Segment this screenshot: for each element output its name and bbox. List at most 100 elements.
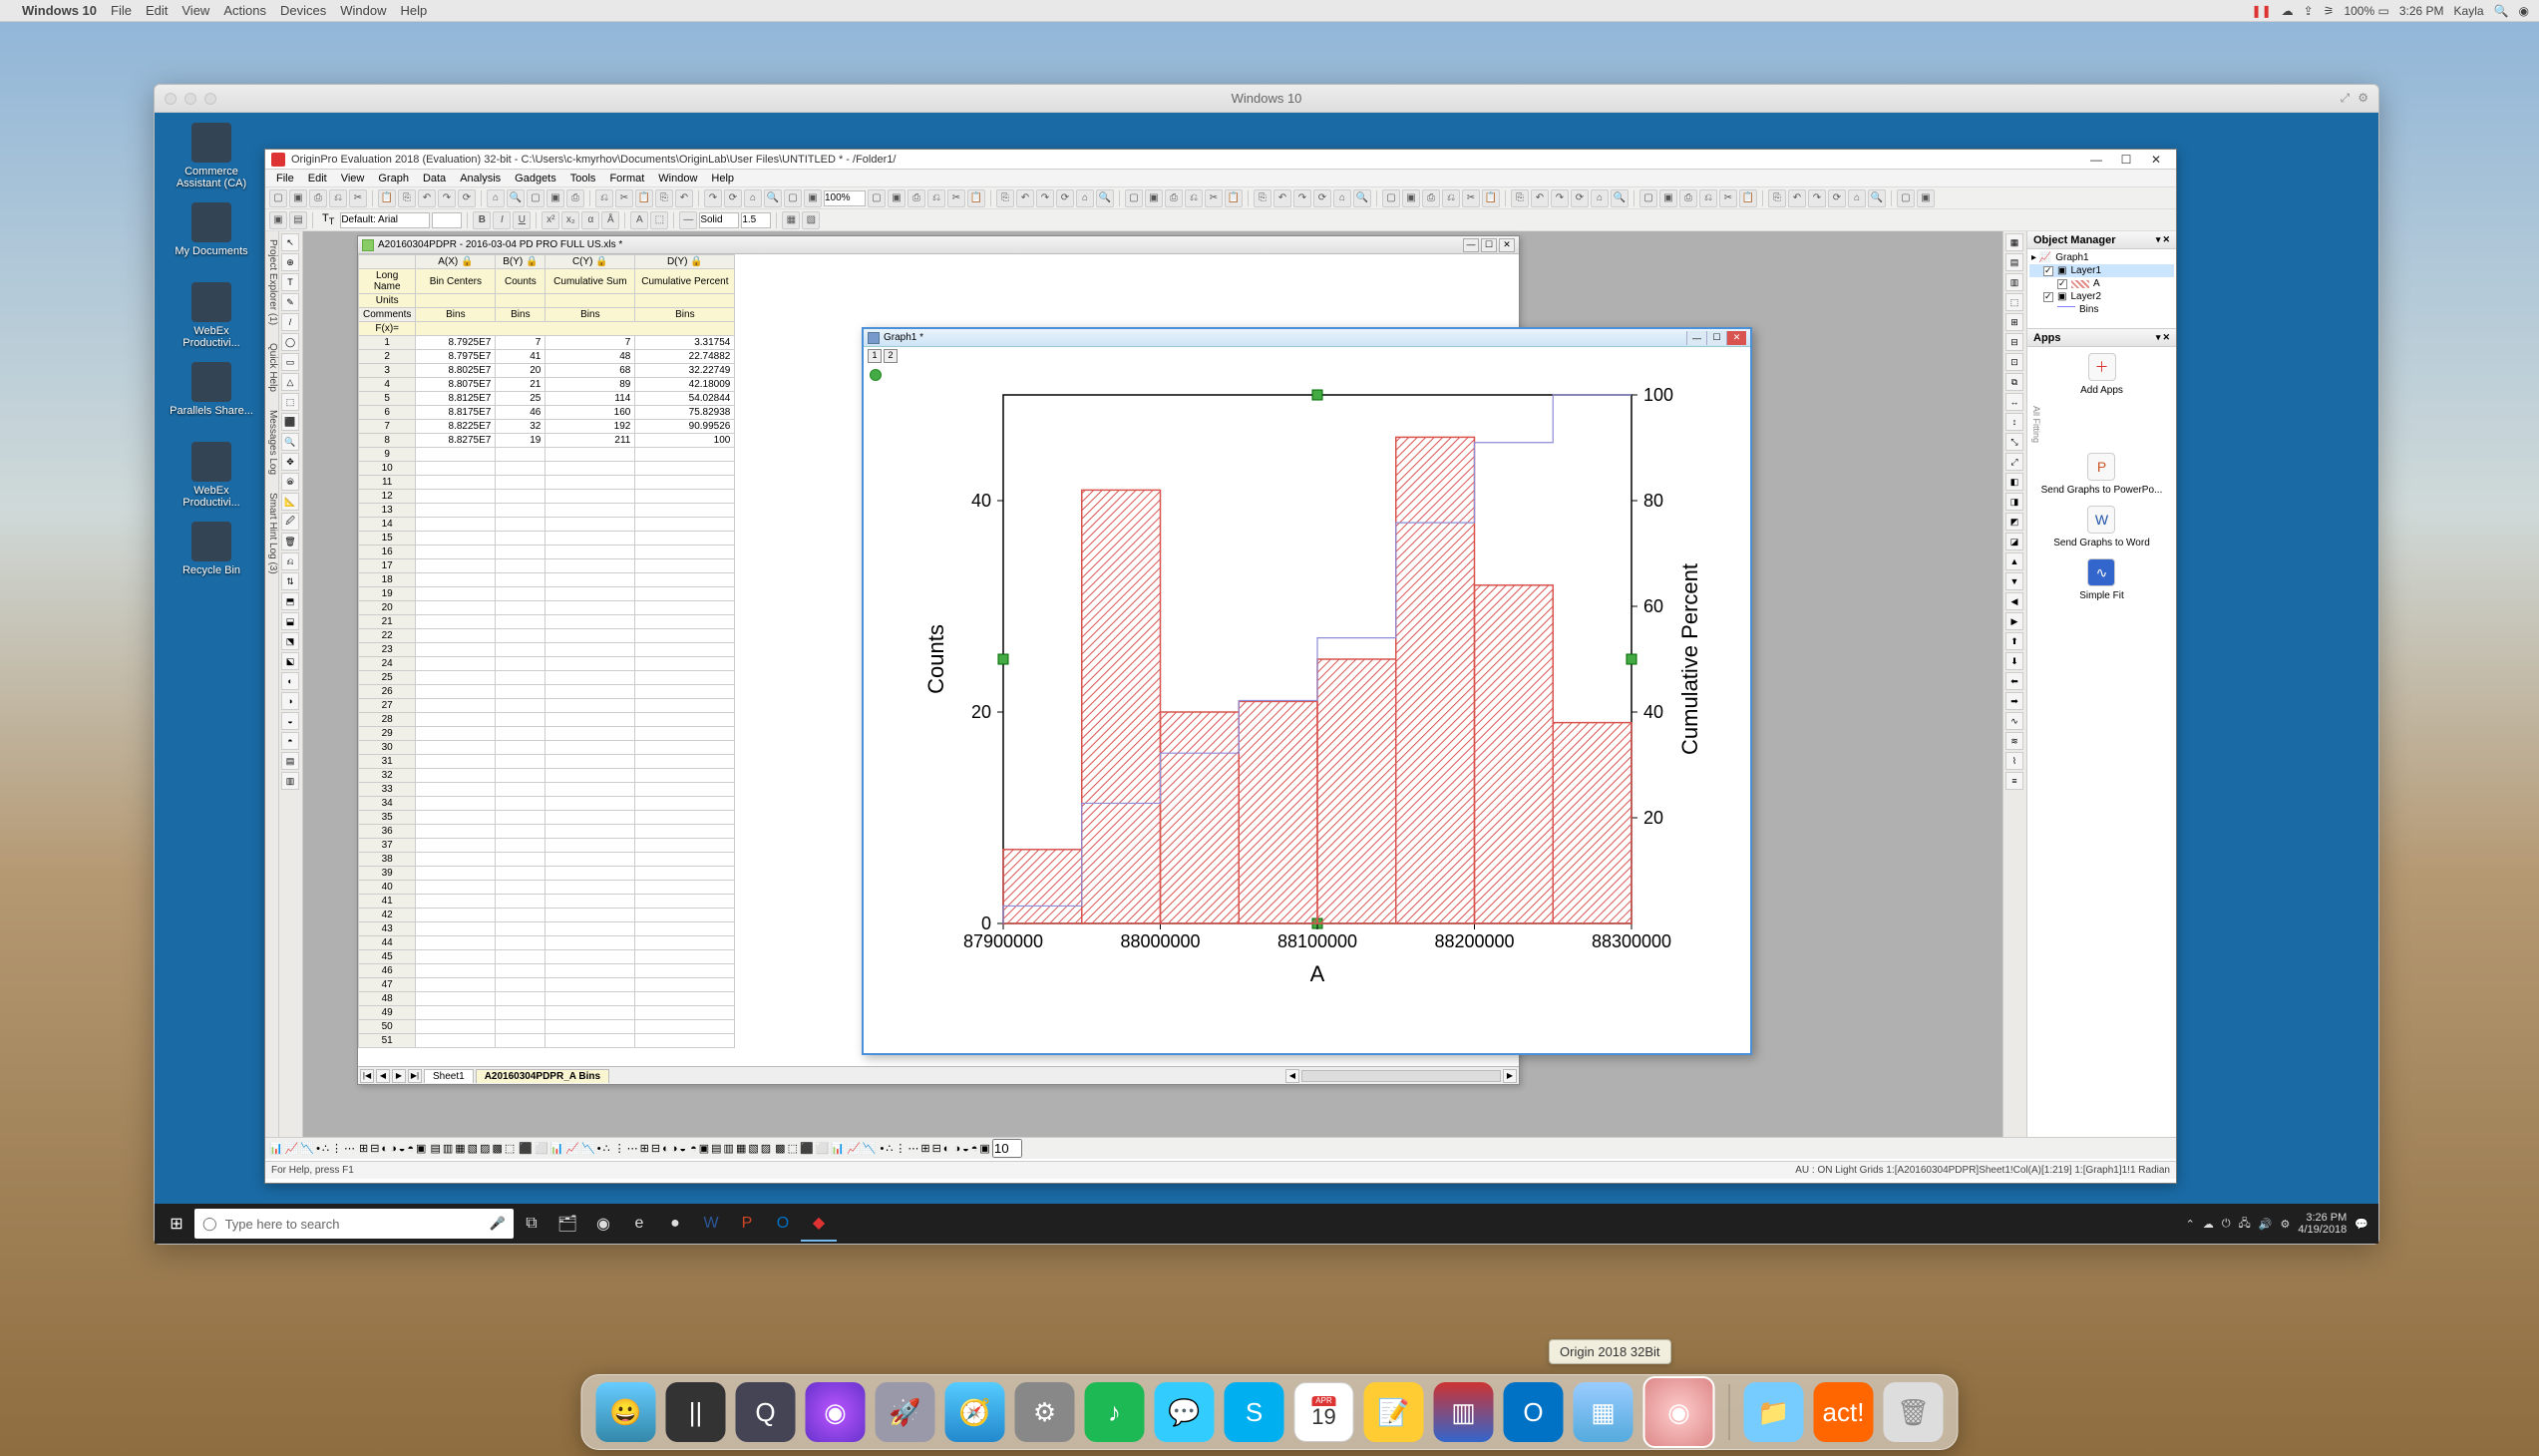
sheet-tab-active[interactable]: A20160304PDPR_A Bins bbox=[476, 1069, 609, 1083]
taskbar-clock[interactable]: 3:26 PM 4/19/2018 bbox=[2298, 1212, 2347, 1236]
layer-button-2[interactable]: 2 bbox=[884, 349, 898, 363]
plot-toolbar-button[interactable]: ⋮ bbox=[331, 1142, 342, 1155]
gw-close[interactable]: ✕ bbox=[1726, 331, 1746, 345]
menu-graph[interactable]: Graph bbox=[371, 171, 416, 186]
tool-button[interactable]: ◯ bbox=[281, 333, 299, 351]
tb-btn[interactable]: 🔍 bbox=[1611, 189, 1629, 207]
tb-btn[interactable]: ⎙ bbox=[1165, 189, 1183, 207]
menu-analysis[interactable]: Analysis bbox=[453, 171, 508, 186]
graph-page[interactable]: 1 2 879000008800000088100000882000008830… bbox=[864, 347, 1750, 1053]
dock-finder[interactable]: 😀 bbox=[596, 1382, 656, 1442]
outlook[interactable]: O bbox=[765, 1206, 801, 1242]
graph-tool-button[interactable]: ⬅ bbox=[2005, 672, 2023, 690]
plot-toolbar-button[interactable]: ⊞ bbox=[920, 1142, 929, 1155]
powerpoint[interactable]: P bbox=[729, 1206, 765, 1242]
tb-btn[interactable]: Å bbox=[601, 211, 619, 229]
tool-button[interactable]: ⬛ bbox=[281, 413, 299, 431]
menu-data[interactable]: Data bbox=[416, 171, 453, 186]
lock-icon[interactable] bbox=[870, 369, 882, 381]
taskbar-search[interactable]: ◯ Type here to search 🎤 bbox=[194, 1209, 514, 1239]
plot-toolbar-button[interactable]: 📊 bbox=[831, 1142, 845, 1155]
action-center-icon[interactable]: 💬 bbox=[2355, 1218, 2368, 1231]
graph-tool-button[interactable]: ⊟ bbox=[2005, 333, 2023, 351]
graph-tool-button[interactable]: ∿ bbox=[2005, 712, 2023, 730]
plot-toolbar-button[interactable]: ▣ bbox=[979, 1142, 989, 1155]
tb-btn[interactable]: ▢ bbox=[1382, 189, 1400, 207]
tool-button[interactable]: ◒ bbox=[281, 712, 299, 730]
tb-btn[interactable]: ✂ bbox=[1719, 189, 1737, 207]
task-view[interactable]: ⧉ bbox=[514, 1206, 549, 1242]
italic-button[interactable]: I bbox=[493, 211, 511, 229]
plot-toolbar-button[interactable]: ◐ bbox=[662, 1143, 669, 1155]
tb-btn[interactable]: 📋 bbox=[967, 189, 985, 207]
plot-toolbar-button[interactable]: ▨ bbox=[761, 1142, 771, 1155]
graph-titlebar[interactable]: Graph1 * ― ☐ ✕ bbox=[864, 329, 1750, 347]
plot-toolbar-button[interactable]: ◒ bbox=[399, 1143, 406, 1155]
tb-btn[interactable]: ↶ bbox=[1273, 189, 1291, 207]
graph-tool-button[interactable]: ≡ bbox=[2005, 772, 2023, 790]
word[interactable]: W bbox=[693, 1206, 729, 1242]
menu-edit[interactable]: Edit bbox=[301, 171, 334, 186]
tb-btn[interactable]: ▧ bbox=[802, 211, 820, 229]
tb-btn[interactable]: ↶ bbox=[1016, 189, 1034, 207]
tb-btn[interactable]: ⎌ bbox=[1185, 189, 1203, 207]
plot-toolbar-button[interactable]: ⊞ bbox=[359, 1142, 368, 1155]
close-button[interactable]: ✕ bbox=[2142, 152, 2170, 168]
menu-window[interactable]: Window bbox=[651, 171, 704, 186]
tb-btn[interactable]: ✂ bbox=[1462, 189, 1480, 207]
plot-toolbar-button[interactable]: ⋮ bbox=[614, 1142, 625, 1155]
tb-btn[interactable]: ▣ bbox=[269, 211, 287, 229]
dock-act[interactable]: act! bbox=[1814, 1382, 1874, 1442]
line-style[interactable] bbox=[699, 212, 739, 228]
tb-btn[interactable]: ⎌ bbox=[927, 189, 945, 207]
tab-nav-next[interactable]: ▶ bbox=[392, 1069, 406, 1083]
hscroll-right[interactable]: ▶ bbox=[1503, 1069, 1517, 1083]
menu-format[interactable]: Format bbox=[602, 171, 651, 186]
tool-button[interactable]: ✎ bbox=[281, 293, 299, 311]
tb-btn[interactable]: ⎘ bbox=[1254, 189, 1271, 207]
plot-toolbar-button[interactable]: ▥ bbox=[443, 1142, 453, 1155]
plot-toolbar-button[interactable]: ◓ bbox=[971, 1143, 978, 1155]
quick-help-tab[interactable]: Quick Help bbox=[265, 339, 278, 396]
object-manager-tree[interactable]: ▸ 📈Graph1 ▣Layer1 A ▣Layer2 Bins bbox=[2027, 249, 2176, 329]
dock-origin[interactable]: ◉ bbox=[1643, 1376, 1715, 1448]
zoom-input[interactable] bbox=[824, 190, 866, 206]
tb-btn[interactable]: 📋 bbox=[1739, 189, 1757, 207]
tb-btn[interactable]: ⌂ bbox=[1333, 189, 1351, 207]
start-button[interactable]: ⊞ bbox=[159, 1208, 194, 1240]
tb-btn[interactable]: ↶ bbox=[675, 189, 693, 207]
plot-toolbar-button[interactable]: ⋯ bbox=[907, 1142, 918, 1155]
tb-btn[interactable]: ✂ bbox=[615, 189, 633, 207]
tool-button[interactable]: ✥ bbox=[281, 453, 299, 471]
wb-min[interactable]: ― bbox=[1463, 238, 1479, 252]
tb-btn[interactable]: ↷ bbox=[1293, 189, 1311, 207]
plot-toolbar-button[interactable]: ◑ bbox=[953, 1143, 960, 1155]
desktop-icon[interactable]: WebEx Productivi... bbox=[167, 282, 256, 349]
plot-toolbar-button[interactable]: ⊟ bbox=[932, 1142, 941, 1155]
tab-nav-last[interactable]: ▶| bbox=[408, 1069, 422, 1083]
desktop-icon[interactable]: Commerce Assistant (CA) bbox=[167, 123, 256, 189]
tab-nav-prev[interactable]: ◀ bbox=[376, 1069, 390, 1083]
plot-toolbar-button[interactable]: 📉 bbox=[863, 1142, 877, 1155]
tb-btn[interactable]: ⟳ bbox=[1313, 189, 1331, 207]
tb-btn[interactable]: ↶ bbox=[418, 189, 436, 207]
graph-tool-button[interactable]: ⊞ bbox=[2005, 313, 2023, 331]
menu-view[interactable]: View bbox=[334, 171, 372, 186]
tb-btn[interactable]: α bbox=[581, 211, 599, 229]
graph-tool-button[interactable]: ◀ bbox=[2005, 592, 2023, 610]
desktop-icon[interactable]: Recycle Bin bbox=[167, 522, 256, 576]
graph-tool-button[interactable]: ↔ bbox=[2005, 393, 2023, 411]
apps-panel-header[interactable]: Apps ▾✕ bbox=[2027, 329, 2176, 347]
tray-network-icon[interactable]: 🖧 bbox=[2239, 1215, 2251, 1234]
graph-tool-button[interactable]: ⊡ bbox=[2005, 353, 2023, 371]
tool-button[interactable]: ⇅ bbox=[281, 572, 299, 590]
tray-icon[interactable]: ⚙ bbox=[2280, 1218, 2290, 1231]
tool-button[interactable]: ⬒ bbox=[281, 592, 299, 610]
send-to-word[interactable]: WSend Graphs to Word bbox=[2053, 506, 2150, 548]
tb-btn[interactable]: ▢ bbox=[1897, 189, 1915, 207]
tool-button[interactable]: 📐 bbox=[281, 493, 299, 511]
plot-toolbar-button[interactable]: ∴ bbox=[886, 1142, 893, 1155]
plot-toolbar-button[interactable]: • bbox=[880, 1143, 884, 1155]
tb-btn[interactable]: ⎘ bbox=[1768, 189, 1786, 207]
graph-tool-button[interactable]: ◨ bbox=[2005, 493, 2023, 511]
